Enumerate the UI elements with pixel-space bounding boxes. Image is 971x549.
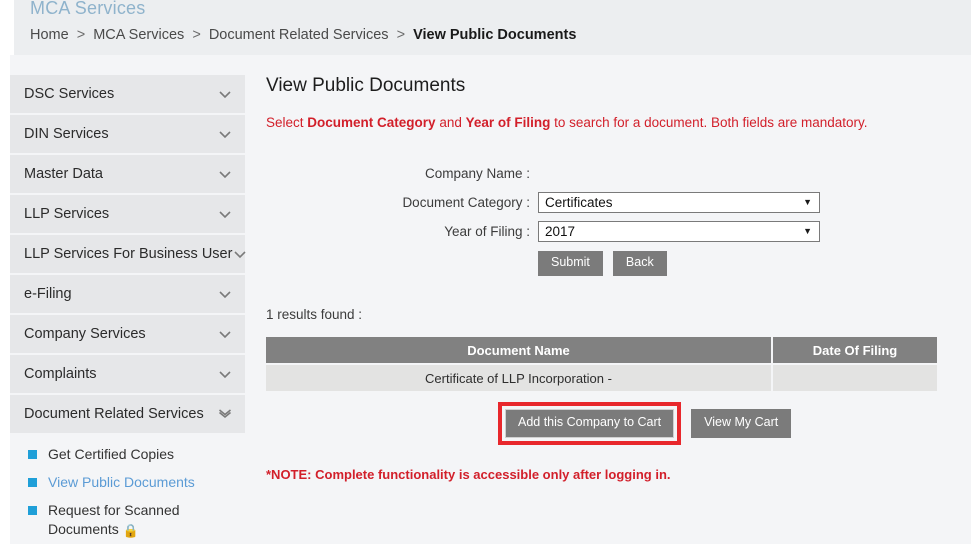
submit-button[interactable]: Submit	[538, 251, 603, 276]
header-left-margin	[0, 0, 14, 55]
chevron-down-icon	[219, 211, 231, 219]
sidebar-subitem-label: Request for Scanned Documents	[48, 502, 180, 537]
chevron-down-icon	[219, 331, 231, 339]
document-category-select[interactable]: Certificates ▼	[538, 192, 820, 213]
sidebar-item-document-related-services[interactable]: Document Related Services	[10, 395, 245, 435]
chevron-down-icon	[219, 291, 231, 299]
form-row-company-name: Company Name :	[266, 159, 826, 188]
year-of-filing-selected-value: 2017	[545, 224, 576, 239]
sidebar-item-label: LLP Services	[24, 206, 110, 222]
sidebar-item-label: DSC Services	[24, 86, 115, 102]
double-chevron-down-icon	[218, 409, 232, 419]
page-header: MCA Services Home > MCA Services > Docum…	[0, 0, 971, 55]
instruction-part-2: and	[435, 115, 466, 130]
breadcrumb-separator: >	[396, 27, 406, 43]
year-of-filing-select[interactable]: 2017 ▼	[538, 221, 820, 242]
breadcrumb: Home > MCA Services > Document Related S…	[30, 27, 576, 43]
search-form: Company Name : Document Category : Certi…	[266, 159, 826, 246]
main-content: View Public Documents Select Document Ca…	[266, 55, 966, 544]
breadcrumb-separator: >	[192, 27, 201, 43]
sidebar-subitem-label: View Public Documents	[48, 474, 195, 490]
results-table: Document Name Date Of Filing Certificate…	[266, 337, 937, 391]
body-left-margin	[0, 55, 10, 544]
back-button[interactable]: Back	[612, 251, 667, 276]
sidebar-item-label: Company Services	[24, 326, 146, 342]
chevron-down-icon	[219, 131, 231, 139]
column-header-document-name: Document Name	[266, 337, 773, 364]
sidebar-sublist-document-related-services: Get Certified Copies View Public Documen…	[10, 435, 245, 540]
highlight-annotation-box: Add this Company to Cart	[498, 402, 682, 445]
cart-button-row: Add this Company to Cart View My Cart	[498, 402, 792, 445]
column-header-date-of-filing: Date Of Filing	[772, 337, 937, 364]
document-category-selected-value: Certificates	[545, 195, 613, 210]
chevron-down-icon	[219, 371, 231, 379]
sidebar-item-label: e-Filing	[24, 286, 72, 302]
sidebar-subitem-label: Get Certified Copies	[48, 446, 175, 462]
sidebar-item-din-services[interactable]: DIN Services	[10, 115, 245, 155]
page-title: View Public Documents	[266, 75, 466, 96]
sidebar-item-llp-services[interactable]: LLP Services	[10, 195, 245, 235]
form-row-year-of-filing: Year of Filing : 2017 ▼	[266, 217, 826, 246]
sidebar-item-label: LLP Services For Business User	[24, 246, 233, 262]
view-my-cart-button[interactable]: View My Cart	[691, 409, 792, 438]
table-row[interactable]: Certificate of LLP Incorporation -	[266, 363, 937, 391]
instruction-bold-document-category: Document Category	[307, 115, 436, 130]
sidebar: DSC Services DIN Services Master Data LL…	[10, 75, 247, 549]
document-category-label: Document Category :	[402, 195, 530, 210]
table-header-row: Document Name Date Of Filing	[266, 337, 937, 364]
instruction-part-3: to search for a document. Both fields ar…	[550, 115, 868, 130]
sidebar-item-master-data[interactable]: Master Data	[10, 155, 245, 195]
add-this-company-to-cart-button[interactable]: Add this Company to Cart	[505, 409, 675, 438]
breadcrumb-separator: >	[76, 27, 86, 43]
sidebar-subitem-label-wrapper: Request for Scanned Documents 🔒	[48, 501, 208, 540]
bullet-square-icon	[28, 450, 37, 459]
sidebar-item-label: Complaints	[24, 366, 97, 382]
sidebar-item-e-filing[interactable]: e-Filing	[10, 275, 245, 315]
form-button-row: Submit Back	[538, 251, 667, 276]
company-name-label: Company Name :	[424, 166, 530, 181]
sidebar-subitem-view-public-documents[interactable]: View Public Documents	[28, 473, 245, 492]
cell-date-of-filing	[772, 363, 937, 391]
sidebar-item-dsc-services[interactable]: DSC Services	[10, 75, 245, 115]
bullet-square-icon	[28, 478, 37, 487]
instruction-part-1: Select	[266, 115, 308, 130]
breadcrumb-item-home[interactable]: Home	[30, 27, 69, 43]
form-row-document-category: Document Category : Certificates ▼	[266, 188, 826, 217]
sidebar-item-label: DIN Services	[24, 126, 109, 142]
results-count: 1 results found :	[266, 307, 363, 322]
page-body: DSC Services DIN Services Master Data LL…	[0, 55, 971, 544]
sidebar-subitem-request-for-scanned-documents[interactable]: Request for Scanned Documents 🔒	[28, 501, 245, 540]
sidebar-item-label: Document Related Services	[24, 406, 204, 422]
chevron-down-icon	[219, 91, 231, 99]
chevron-down-icon: ▼	[803, 226, 812, 236]
sidebar-subitem-get-certified-copies[interactable]: Get Certified Copies	[28, 445, 245, 464]
lock-icon: 🔒	[122, 523, 139, 538]
sidebar-item-llp-services-for-business-user[interactable]: LLP Services For Business User	[10, 235, 247, 275]
instruction-text: Select Document Category and Year of Fil…	[266, 115, 868, 130]
instruction-bold-year-of-filing: Year of Filing	[465, 115, 551, 130]
bullet-square-icon	[28, 506, 37, 515]
sidebar-item-label: Master Data	[24, 166, 103, 182]
chevron-down-icon	[234, 251, 247, 259]
page-root: MCA Services Home > MCA Services > Docum…	[0, 0, 971, 544]
chevron-down-icon	[219, 171, 231, 179]
breadcrumb-item-mca-services[interactable]: MCA Services	[93, 27, 184, 43]
app-title: MCA Services	[30, 0, 146, 18]
cell-document-name: Certificate of LLP Incorporation -	[266, 363, 773, 391]
breadcrumb-item-document-related-services[interactable]: Document Related Services	[209, 27, 389, 43]
year-of-filing-label: Year of Filing :	[444, 224, 530, 239]
sidebar-item-complaints[interactable]: Complaints	[10, 355, 245, 395]
login-note: *NOTE: Complete functionality is accessi…	[266, 467, 671, 482]
breadcrumb-item-view-public-documents: View Public Documents	[413, 27, 577, 43]
sidebar-item-company-services[interactable]: Company Services	[10, 315, 245, 355]
chevron-down-icon: ▼	[803, 197, 812, 207]
